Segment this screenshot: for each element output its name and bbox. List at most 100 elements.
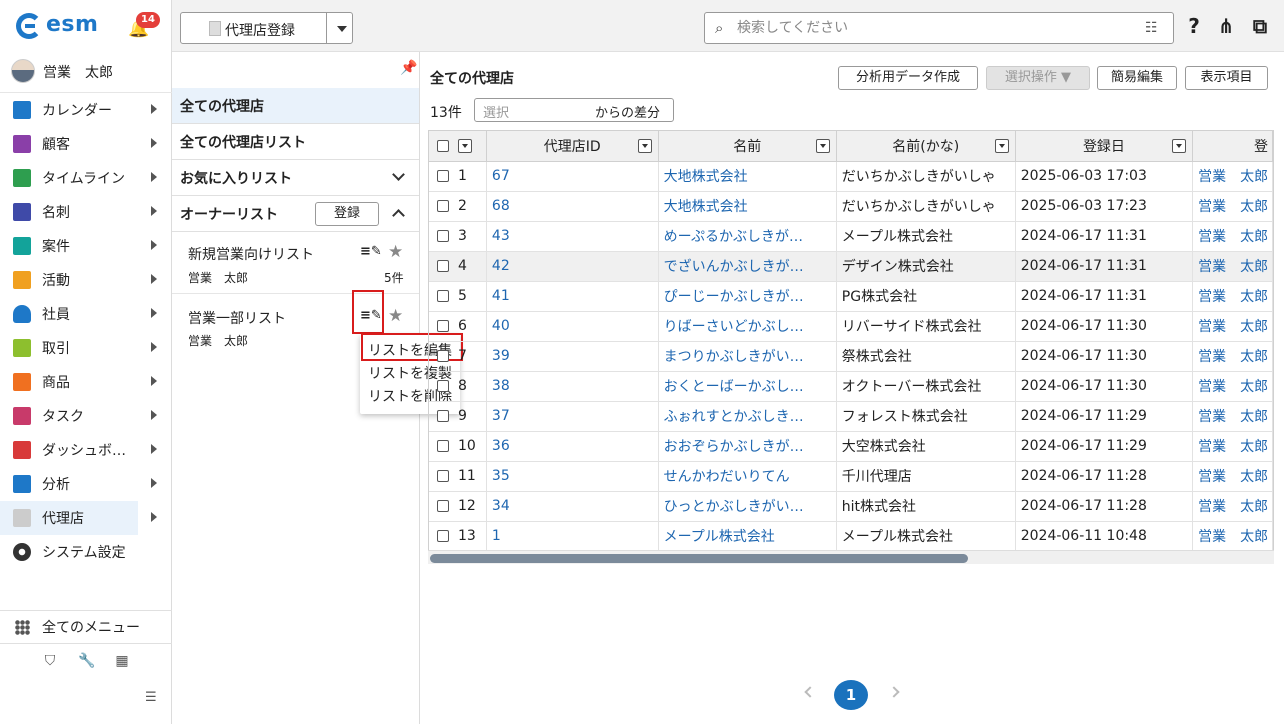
registrant-link[interactable]: 営業 太郎: [1192, 191, 1273, 222]
chevron-right-icon[interactable]: [151, 104, 157, 114]
row-checkbox[interactable]: [437, 230, 449, 242]
row-checkbox[interactable]: [437, 500, 449, 512]
registrant-link[interactable]: 営業 太郎: [1192, 401, 1273, 432]
selection-actions-button[interactable]: 選択操作 ▼: [986, 66, 1090, 90]
agent-id-link[interactable]: 36: [486, 431, 659, 462]
chevron-right-icon[interactable]: [151, 342, 157, 352]
all-agents-item[interactable]: 全ての代理店: [172, 88, 419, 124]
table-row[interactable]: 8 38 おくとーばーかぶし… オクトーバー株式会社 2024-06-17 11:30 営…: [429, 371, 1273, 402]
registrant-link[interactable]: 営業 太郎: [1192, 431, 1273, 462]
agent-id-link[interactable]: 40: [486, 311, 659, 342]
agent-name-link[interactable]: めーぷるかぶしきが…: [658, 221, 837, 252]
row-checkbox[interactable]: [437, 320, 449, 332]
agent-name-link[interactable]: まつりかぶしきがい…: [658, 341, 837, 372]
diff-select[interactable]: 選択 からの差分: [474, 98, 674, 122]
agent-id-link[interactable]: 37: [486, 401, 659, 432]
agent-id-link[interactable]: 68: [486, 191, 659, 222]
sidebar-item[interactable]: 商品: [0, 365, 172, 399]
registrant-link[interactable]: 営業 太郎: [1192, 221, 1273, 252]
sidebar-item[interactable]: 社員: [0, 297, 172, 331]
chevron-up-icon[interactable]: [392, 209, 405, 222]
esm-logo-icon[interactable]: [16, 13, 42, 39]
row-checkbox[interactable]: [437, 200, 449, 212]
agent-name-link[interactable]: ふぉれすとかぶしき…: [658, 401, 837, 432]
row-checkbox[interactable]: [437, 290, 449, 302]
favorites-section[interactable]: お気に入りリスト: [172, 160, 419, 196]
all-lists-item[interactable]: 全ての代理店リスト: [172, 124, 419, 160]
chevron-right-icon[interactable]: [151, 444, 157, 454]
sidebar-item[interactable]: 顧客: [0, 127, 172, 161]
chevron-right-icon[interactable]: [151, 308, 157, 318]
table-row[interactable]: 11 35 せんかわだいりてん 千川代理店 2024-06-17 11:28 営業 太郎: [429, 461, 1273, 492]
current-page[interactable]: 1: [834, 680, 868, 710]
column-menu-icon[interactable]: [994, 139, 1009, 153]
sidebar-item[interactable]: 代理店: [0, 501, 157, 535]
agent-id-link[interactable]: 41: [486, 281, 659, 312]
agent-name-link[interactable]: ひっとかぶしきがい…: [658, 491, 837, 522]
row-checkbox[interactable]: [437, 380, 449, 392]
table-row[interactable]: 4 42 でざいんかぶしきが… デザイン株式会社 2024-06-17 11:31 営業 …: [429, 251, 1273, 282]
column-menu-icon[interactable]: [1172, 139, 1187, 153]
chevron-down-icon[interactable]: [337, 26, 347, 32]
row-checkbox[interactable]: [437, 350, 449, 362]
agent-id-link[interactable]: 35: [486, 461, 659, 492]
list-item[interactable]: 新規営業向けリスト 営業 太郎 5件 ≡✎ ★: [172, 232, 419, 294]
column-header-registrant[interactable]: 登: [1192, 131, 1273, 162]
table-row[interactable]: 2 68 大地株式会社 だいちかぶしきがいしゃ 2025-06-03 17:23 営業 太…: [429, 191, 1273, 222]
table-row[interactable]: 13 1 メープル株式会社 メープル株式会社 2024-06-11 10:48 営業 太郎: [429, 521, 1273, 552]
row-checkbox[interactable]: [437, 410, 449, 422]
column-header-kana[interactable]: 名前(かな): [836, 131, 1016, 162]
column-header-id[interactable]: 代理店ID: [486, 131, 659, 162]
sidebar-item[interactable]: ダッシュボ…: [0, 433, 172, 467]
chevron-right-icon[interactable]: [151, 172, 157, 182]
column-header-date[interactable]: 登録日: [1015, 131, 1194, 162]
agent-name-link[interactable]: でざいんかぶしきが…: [658, 251, 837, 282]
column-header-name[interactable]: 名前: [658, 131, 837, 162]
row-checkbox[interactable]: [437, 260, 449, 272]
display-items-button[interactable]: 表示項目: [1185, 66, 1268, 90]
select-dropdown-icon[interactable]: [457, 139, 472, 153]
agent-name-link[interactable]: ぴーじーかぶしきが…: [658, 281, 837, 312]
external-link-icon[interactable]: ⧉: [1248, 14, 1272, 38]
chevron-right-icon[interactable]: [151, 376, 157, 386]
horizontal-scrollbar[interactable]: [428, 550, 1274, 564]
column-menu-icon[interactable]: [815, 139, 830, 153]
quick-edit-button[interactable]: 簡易編集: [1097, 66, 1177, 90]
registrant-link[interactable]: 営業 太郎: [1192, 521, 1273, 552]
app-logo-text[interactable]: esm: [46, 12, 98, 37]
user-profile[interactable]: 営業 太郎: [0, 56, 172, 90]
sidebar-item[interactable]: 取引: [0, 331, 172, 365]
registrant-link[interactable]: 営業 太郎: [1192, 491, 1273, 522]
collapse-sidebar-icon[interactable]: ☰: [145, 690, 161, 706]
share-icon[interactable]: ⋔: [1214, 14, 1238, 38]
table-row[interactable]: 5 41 ぴーじーかぶしきが… PG株式会社 2024-06-17 11:31 営業 太郎: [429, 281, 1273, 312]
chevron-right-icon[interactable]: [151, 206, 157, 216]
owner-lists-section[interactable]: オーナーリスト 登録: [172, 196, 419, 232]
agent-name-link[interactable]: 大地株式会社: [658, 191, 837, 222]
table-row[interactable]: 6 40 りばーさいどかぶし… リバーサイド株式会社 2024-06-17 11:30 営…: [429, 311, 1273, 342]
wrench-icon[interactable]: 🔧: [78, 653, 95, 669]
registrant-link[interactable]: 営業 太郎: [1192, 341, 1273, 372]
registrant-link[interactable]: 営業 太郎: [1192, 281, 1273, 312]
sidebar-item[interactable]: タイムライン: [0, 161, 172, 195]
agent-id-link[interactable]: 1: [486, 521, 659, 552]
registrant-link[interactable]: 営業 太郎: [1192, 311, 1273, 342]
sidebar-item[interactable]: 分析: [0, 467, 172, 501]
row-checkbox[interactable]: [437, 530, 449, 542]
chevron-left-icon[interactable]: [804, 686, 816, 698]
chevron-right-icon[interactable]: [151, 274, 157, 284]
sidebar-item[interactable]: 名刺: [0, 195, 172, 229]
agent-name-link[interactable]: せんかわだいりてん: [658, 461, 837, 492]
scrollbar-thumb[interactable]: [430, 554, 968, 563]
agent-name-link[interactable]: メープル株式会社: [658, 521, 837, 552]
table-row[interactable]: 10 36 おおぞらかぶしきが… 大空株式会社 2024-06-17 11:29 営業 太…: [429, 431, 1273, 462]
chevron-right-icon[interactable]: [151, 512, 157, 522]
sidebar-item[interactable]: タスク: [0, 399, 172, 433]
row-checkbox[interactable]: [437, 470, 449, 482]
shield-icon[interactable]: ⛉: [42, 653, 58, 669]
chevron-right-icon[interactable]: [151, 240, 157, 250]
column-menu-icon[interactable]: [637, 139, 652, 153]
sidebar-item[interactable]: システム設定: [0, 535, 172, 569]
agent-name-link[interactable]: りばーさいどかぶし…: [658, 311, 837, 342]
select-all-checkbox[interactable]: [437, 139, 449, 152]
